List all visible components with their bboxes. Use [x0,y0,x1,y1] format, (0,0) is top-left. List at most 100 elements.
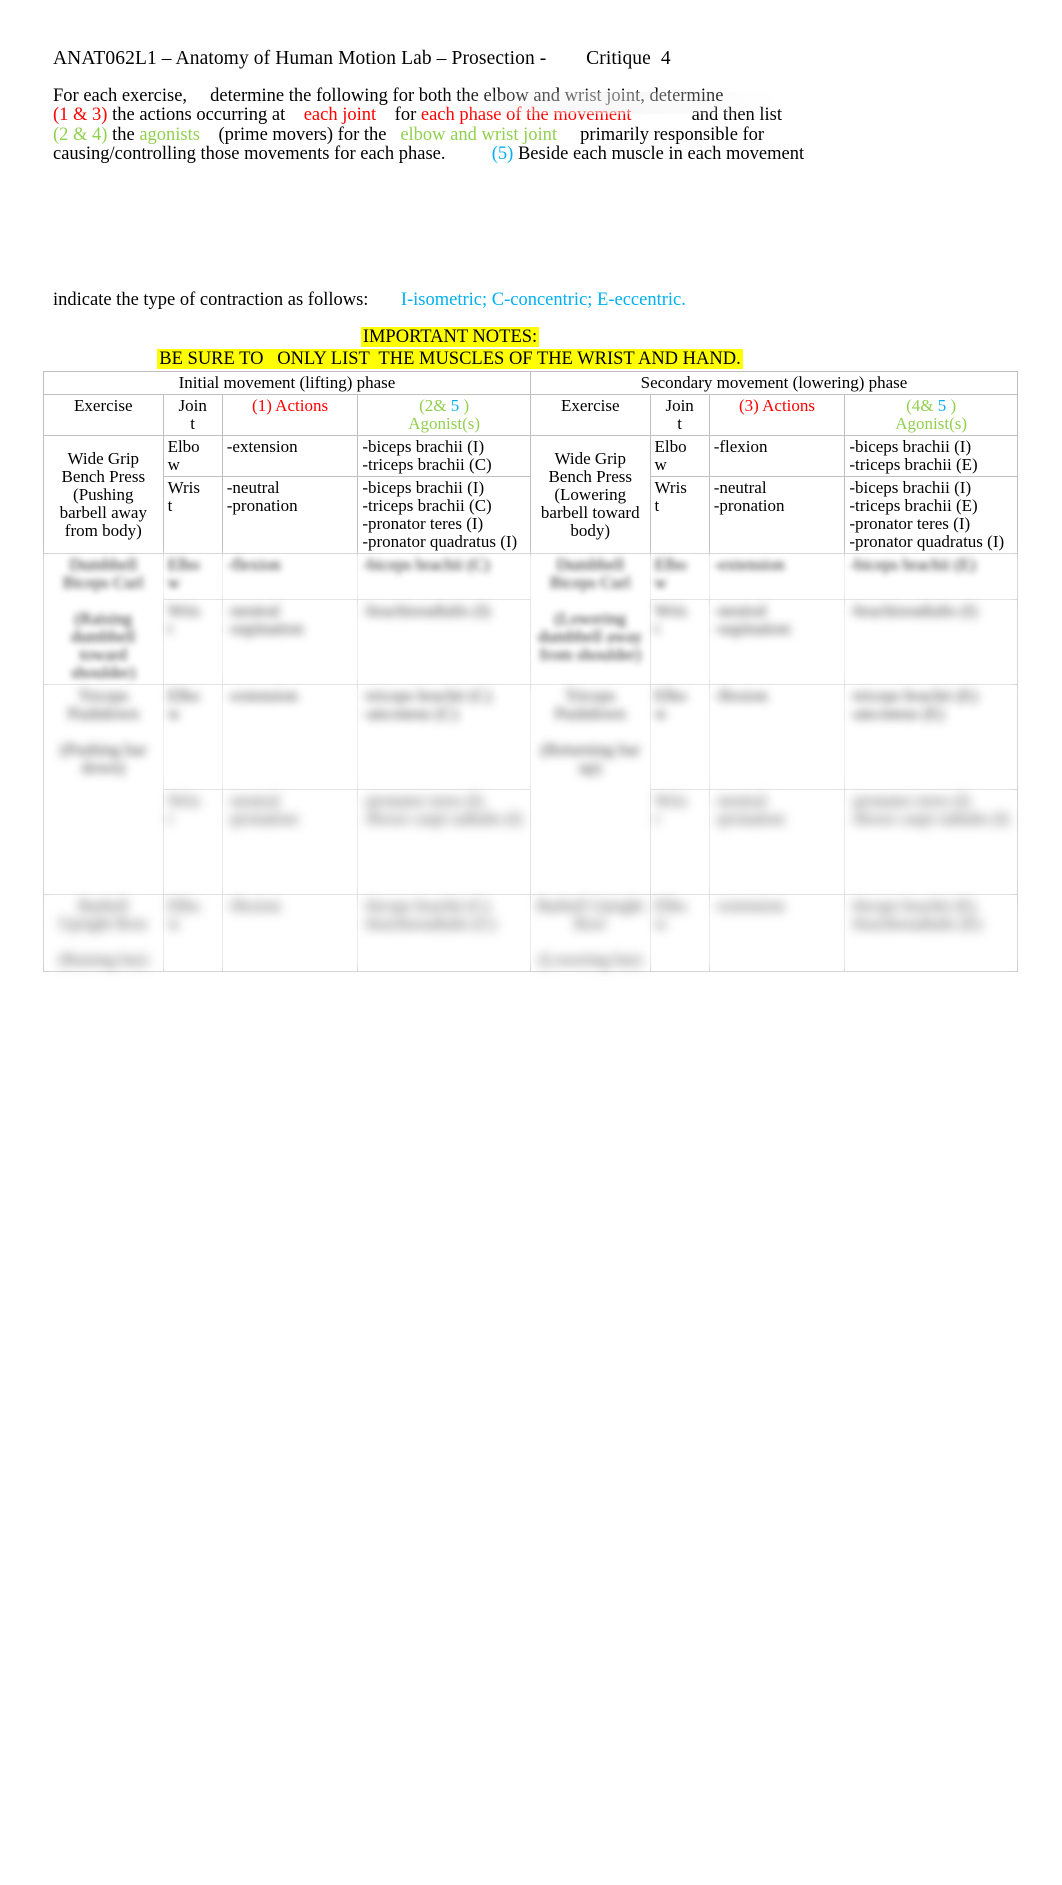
cell-agonists-initial: -biceps brachii (C) [357,553,531,600]
actions-initial-label: Actions [271,396,329,415]
instruction-line-4-text-b: Beside each muscle in each movement [513,144,805,165]
actions-secondary-number: (3) [739,396,759,415]
instruction-line-4: causing/controlling those movements for … [53,145,1013,164]
column-header-joint-initial: Join t [162,394,223,436]
cell-action-secondary: -neutral -supination [708,599,846,685]
critique-table-wrapper: Initial movement (lifting) phase Seconda… [43,371,1019,972]
table-row: Wide Grip Bench Press (Pushing barbell a… [43,435,1018,554]
agonists-secondary-label: Agonist(s) [895,414,968,433]
cell-joint-initial: Wris t [162,476,223,554]
cell-agonists-secondary: -biceps brachii (I) -triceps brachii (E) [844,435,1018,477]
cell-action-secondary: -neutral -pronation [708,476,846,554]
instruction-line-4-text-a: causing/controlling those movements for … [53,144,492,165]
cell-joint-secondary: Elbo w [649,553,710,600]
column-header-actions-initial: (1) Actions [221,394,359,436]
cell-action-secondary: -flexion [708,684,846,790]
cell-joint-secondary: Elbo w [649,894,710,972]
instruction-line-2-text-b: for [376,105,421,126]
agonists-initial-number: (2& [419,396,451,415]
emphasis-agonists: agonists [139,124,200,145]
cell-joint-secondary: Wris t [649,789,710,895]
cell-joint-secondary: Wris t [649,599,710,685]
agonists-secondary-close: ) [946,396,957,415]
agonists-secondary-number: (4& [906,396,938,415]
cell-action-initial: -extension [221,684,359,790]
cell-agonists-secondary: -pronator teres (I) -flexor carpi radial… [844,789,1018,895]
cell-exercise-initial: Triceps Pushdown (Pushing bar down) [43,684,164,895]
agonists-initial-five: 5 [450,396,460,415]
important-notes-heading: IMPORTANT NOTES: [360,327,540,347]
marker-1-and-3: (1 & 3) [53,105,108,126]
table-phase-header-row: Initial movement (lifting) phase Seconda… [43,371,1019,395]
column-header-agonists-initial: (2& 5 ) Agonist(s) [357,394,531,436]
cell-agonists-secondary: -biceps brachii (I) -triceps brachii (E)… [844,476,1018,554]
cell-exercise-initial: Dumbbell Biceps Curl (Raising dumbbell t… [43,553,164,685]
table-row: Triceps Pushdown (Pushing bar down) Elbo… [43,684,1018,895]
cell-joint-initial: Elbo w [162,684,223,790]
contraction-legend-values: I-isometric; C-concentric; E-eccentric. [400,290,686,310]
cell-action-initial: -neutral -supination [221,599,359,685]
cell-agonists-initial: -biceps brachii (I) -triceps brachii (C)… [357,476,531,554]
cell-action-secondary: -neutral -pronation [708,789,846,895]
instruction-line-3: (2 & 4) the agonists (prime movers) for … [53,124,1013,145]
phase-header-initial: Initial movement (lifting) phase [43,371,531,395]
cell-action-secondary: -extension [708,553,846,600]
cell-agonists-initial: -triceps brachii (C) -anconeus (C) [357,684,531,790]
actions-secondary-label: Actions [758,396,816,415]
instruction-line-2-text-a: the actions occurring at [107,105,290,126]
agonists-initial-label: Agonist(s) [408,414,481,433]
cell-action-initial: -flexion [221,553,359,600]
cell-agonists-initial: -biceps brachii (I) -triceps brachii (C) [357,435,531,477]
cell-joint-initial: Elbo w [162,553,223,600]
document-page: ANAT062L1 – Anatomy of Human Motion Lab … [0,0,1062,1885]
cell-action-secondary: -flexion [708,435,846,477]
cell-action-initial: -neutral -pronation [221,789,359,895]
important-notes-body: BE SURE TO ONLY LIST THE MUSCLES OF THE … [157,349,743,369]
emphasis-each-phase: each phase of the movement [420,105,632,126]
column-header-actions-secondary: (3) Actions [708,394,846,436]
cell-exercise-secondary: Dumbbell Biceps Curl (Lowering dumbbell … [529,553,651,685]
instruction-line-2: (1 & 3) the actions occurring at each jo… [53,106,1013,125]
cell-agonists-secondary: -triceps brachii (E) -anconeus (E) [844,684,1018,790]
instruction-line-3-text-a: the [107,124,140,145]
cell-agonists-initial: -biceps brachii (C) -brachioradialis (C) [357,894,531,972]
table-row: Barbell Upright Row (Raising bar) Elbo w… [43,894,1018,972]
cell-joint-secondary: Elbo w [649,435,710,477]
page-title: ANAT062L1 – Anatomy of Human Motion Lab … [53,48,671,69]
emphasis-each-joint: each joint [289,105,377,126]
phase-header-secondary: Secondary movement (lowering) phase [529,371,1019,395]
cell-joint-initial: Elbo w [162,894,223,972]
cell-exercise-initial: Wide Grip Bench Press (Pushing barbell a… [43,435,164,554]
cell-joint-initial: Elbo w [162,435,223,477]
cell-action-initial: -flexion [221,894,359,972]
cell-joint-initial: Wris t [162,599,223,685]
instructions-block: For each exercise, determine the followi… [53,86,1013,165]
table-row: Dumbbell Biceps Curl (Raising dumbbell t… [43,553,1018,685]
important-notes: IMPORTANT NOTES: BE SURE TO ONLY LIST TH… [150,327,750,370]
column-header-exercise-initial: Exercise [43,394,164,436]
cell-exercise-initial: Barbell Upright Row (Raising bar) [43,894,164,972]
agonists-secondary-five: 5 [937,396,947,415]
cell-action-initial: -extension [221,435,359,477]
table-column-header-row: Exercise Join t (1) Actions (2& 5 ) Agoni… [43,394,1018,436]
cell-joint-secondary: Wris t [649,476,710,554]
contraction-legend: indicate the type of contraction as foll… [53,290,686,311]
instruction-line-3-text-b: (prime movers) for the [199,124,401,145]
agonists-initial-close: ) [459,396,470,415]
critique-table: Initial movement (lifting) phase Seconda… [43,371,1019,972]
cell-exercise-secondary: Wide Grip Bench Press (Lowering barbell … [529,435,651,554]
cell-agonists-secondary: -biceps brachii (E) [844,553,1018,600]
marker-5: (5) [491,144,514,165]
cell-agonists-initial: -pronator teres (I) -flexor carpi radial… [357,789,531,895]
cell-action-initial: -neutral -pronation [221,476,359,554]
cell-exercise-secondary: Triceps Pushdown (Returning bar up) [529,684,651,895]
contraction-legend-label: indicate the type of contraction as foll… [53,290,401,310]
column-header-joint-secondary: Join t [649,394,710,436]
column-header-exercise-secondary: Exercise [529,394,651,436]
marker-2-and-4: (2 & 4) [53,124,108,145]
cell-agonists-secondary: -biceps brachii (E) -brachioradialis (E) [844,894,1018,972]
actions-initial-number: (1) [252,396,272,415]
column-header-agonists-secondary: (4& 5 ) Agonist(s) [844,394,1018,436]
instruction-line-2-text-c: and then list [631,105,783,126]
cell-joint-initial: Wris t [162,789,223,895]
